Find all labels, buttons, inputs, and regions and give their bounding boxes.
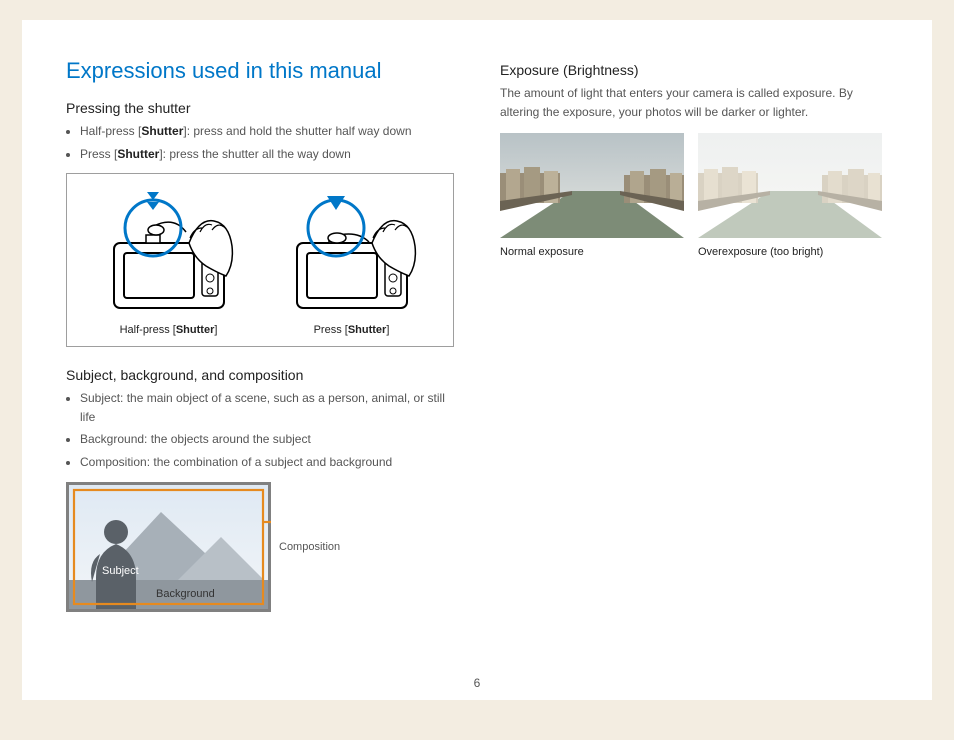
caption-half-press: Half-press [Shutter] — [94, 324, 244, 336]
shutter-illustration-box: Half-press [Shutter] — [66, 173, 454, 347]
shutter-bullets: Half-press [Shutter]: press and hold the… — [66, 122, 454, 163]
illus-full-press: Press [Shutter] — [277, 188, 427, 336]
page-number: 6 — [22, 676, 932, 690]
exposure-photo-row: Normal exposure — [500, 133, 888, 258]
camera-full-press-icon — [277, 188, 427, 318]
manual-page: Expressions used in this manual Pressing… — [22, 20, 932, 700]
comp-bullet-2: Background: the objects around the subje… — [80, 430, 454, 449]
caption-overexposure: Overexposure (too bright) — [698, 246, 882, 258]
composition-diagram: Subject Background Composition — [66, 482, 340, 612]
caption-full-press: Press [Shutter] — [277, 324, 427, 336]
photo-overexposure: Overexposure (too bright) — [698, 133, 882, 258]
label-subject: Subject — [102, 565, 139, 577]
comp-bullet-3: Composition: the combination of a subjec… — [80, 453, 454, 472]
camera-half-press-icon — [94, 188, 244, 318]
exposure-body: The amount of light that enters your cam… — [500, 84, 888, 121]
page-title: Expressions used in this manual — [66, 58, 454, 84]
illus-half-press: Half-press [Shutter] — [94, 188, 244, 336]
photo-overexposed-icon — [698, 133, 882, 238]
label-background: Background — [156, 588, 215, 600]
heading-exposure: Exposure (Brightness) — [500, 62, 888, 78]
left-column: Expressions used in this manual Pressing… — [66, 58, 454, 617]
shutter-bullet-1: Half-press [Shutter]: press and hold the… — [80, 122, 454, 141]
composition-bullets: Subject: the main object of a scene, suc… — [66, 389, 454, 471]
photo-normal-icon — [500, 133, 684, 238]
caption-normal-exposure: Normal exposure — [500, 246, 684, 258]
label-composition: Composition — [279, 541, 340, 553]
right-column: Exposure (Brightness) The amount of ligh… — [500, 58, 888, 617]
heading-pressing-shutter: Pressing the shutter — [66, 100, 454, 116]
composition-illustration-icon: Subject Background — [66, 482, 271, 612]
comp-bullet-1: Subject: the main object of a scene, suc… — [80, 389, 454, 426]
heading-composition: Subject, background, and composition — [66, 367, 454, 383]
shutter-bullet-2: Press [Shutter]: press the shutter all t… — [80, 145, 454, 164]
photo-normal-exposure: Normal exposure — [500, 133, 684, 258]
